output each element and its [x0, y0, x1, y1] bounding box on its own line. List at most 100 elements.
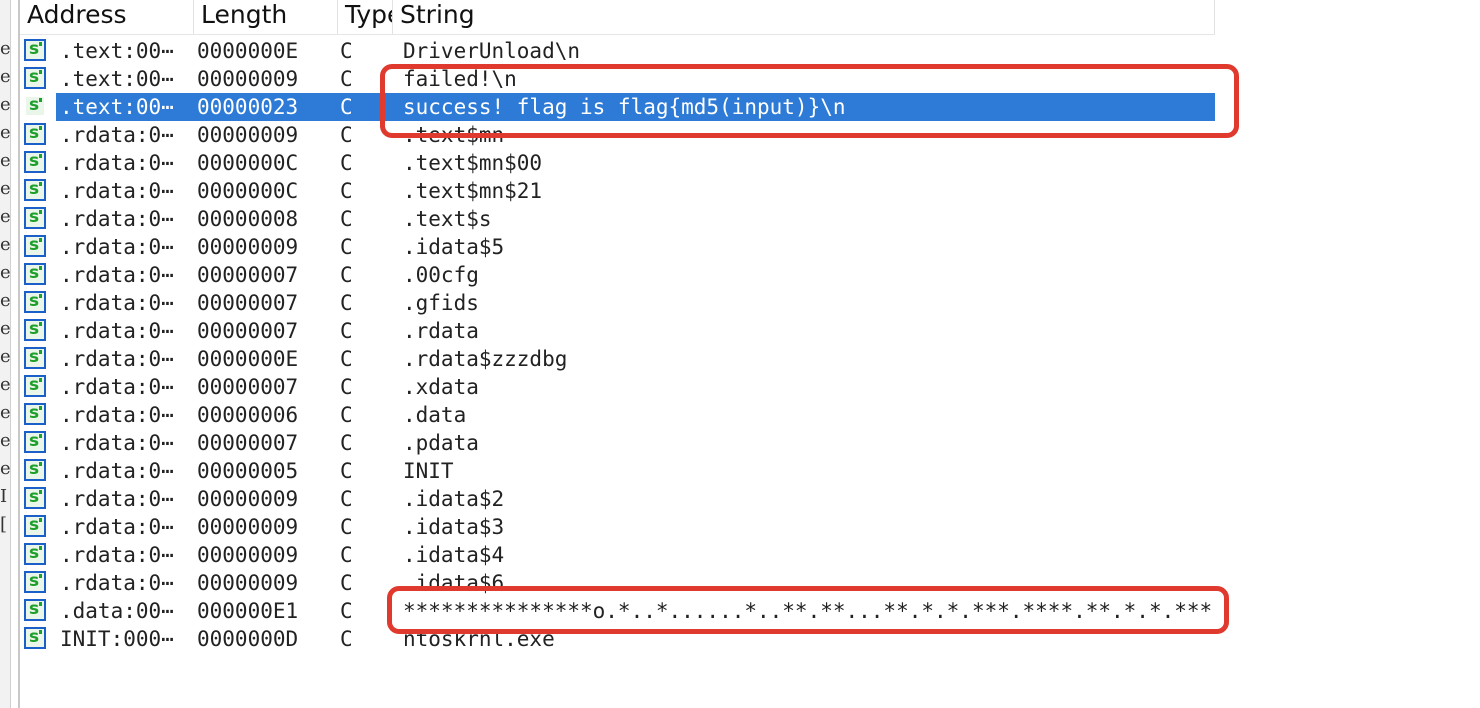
string-s-icon: s	[24, 571, 46, 593]
address-cell: .rdata:0⋯	[60, 431, 174, 455]
address-cell: .text:00⋯	[60, 67, 174, 91]
string-cell: .gfids	[403, 291, 479, 315]
length-cell: 0000000C	[197, 179, 299, 203]
type-cell: C	[340, 459, 353, 483]
length-cell: 00000007	[197, 263, 299, 287]
table-row[interactable]: s .rdata:0⋯ 00000008 C .text$s	[20, 205, 1215, 233]
left-pane-glyph: e	[0, 124, 10, 142]
string-s-icon: s	[24, 291, 46, 313]
address-cell: .rdata:0⋯	[60, 235, 174, 259]
type-cell: C	[340, 571, 353, 595]
length-cell: 00000009	[197, 515, 299, 539]
table-row[interactable]: s .rdata:0⋯ 00000007 C .xdata	[20, 373, 1215, 401]
address-cell: .rdata:0⋯	[60, 319, 174, 343]
address-cell: .data:00⋯	[60, 599, 174, 623]
left-pane-glyph: e	[0, 40, 10, 58]
string-s-icon: s	[24, 487, 46, 509]
string-cell: .idata$5	[403, 235, 505, 259]
table-row[interactable]: s .rdata:0⋯ 00000009 C .idata$3	[20, 513, 1215, 541]
string-cell: .idata$4	[403, 543, 505, 567]
address-cell: .rdata:0⋯	[60, 291, 174, 315]
type-cell: C	[340, 151, 353, 175]
table-row[interactable]: s .rdata:0⋯ 00000007 C .gfids	[20, 289, 1215, 317]
length-cell: 00000023	[197, 95, 299, 119]
column-string-header[interactable]: String	[393, 0, 1215, 34]
left-pane-glyph: e	[0, 180, 10, 198]
address-cell: .rdata:0⋯	[60, 179, 174, 203]
type-cell: C	[340, 403, 353, 427]
type-cell: C	[340, 627, 353, 651]
string-s-icon: s	[24, 375, 46, 397]
left-pane-glyph: [	[0, 516, 8, 534]
column-type-header[interactable]: Type	[338, 0, 393, 34]
table-row[interactable]: s .rdata:0⋯ 00000005 C INIT	[20, 457, 1215, 485]
string-s-icon: s	[24, 599, 46, 621]
string-s-icon: s	[24, 403, 46, 425]
length-cell: 0000000E	[197, 347, 299, 371]
string-s-icon: s	[24, 235, 46, 257]
length-cell: 00000007	[197, 431, 299, 455]
left-pane-glyph: e	[0, 236, 10, 254]
type-cell: C	[340, 487, 353, 511]
table-row[interactable]: s .rdata:0⋯ 0000000C C .text$mn$00	[20, 149, 1215, 177]
string-s-icon: s	[24, 151, 46, 173]
table-row[interactable]: s .rdata:0⋯ 00000009 C .idata$2	[20, 485, 1215, 513]
left-pane-glyph: e	[0, 152, 10, 170]
left-pane-glyph: e	[0, 376, 10, 394]
table-row[interactable]: s .rdata:0⋯ 00000007 C .pdata	[20, 429, 1215, 457]
string-s-icon: s	[24, 347, 46, 369]
type-cell: C	[340, 235, 353, 259]
table-row[interactable]: s .rdata:0⋯ 00000006 C .data	[20, 401, 1215, 429]
length-cell: 000000E1	[197, 599, 299, 623]
table-row[interactable]: s .text:00⋯ 0000000E C DriverUnload\n	[20, 37, 1215, 65]
address-cell: .rdata:0⋯	[60, 151, 174, 175]
type-cell: C	[340, 291, 353, 315]
annotation-box-success-string	[380, 64, 1239, 138]
string-cell: .data	[403, 403, 467, 427]
string-cell: DriverUnload\n	[403, 39, 581, 63]
string-cell: INIT	[403, 459, 454, 483]
string-s-icon: s	[24, 95, 46, 117]
length-cell: 00000007	[197, 291, 299, 315]
type-cell: C	[340, 179, 353, 203]
string-cell: .text$mn$00	[403, 151, 543, 175]
table-row[interactable]: s .rdata:0⋯ 00000009 C .idata$4	[20, 541, 1215, 569]
length-cell: 00000007	[197, 319, 299, 343]
length-cell: 00000009	[197, 571, 299, 595]
length-cell: 0000000E	[197, 39, 299, 63]
table-row[interactable]: s .rdata:0⋯ 0000000E C .rdata$zzzdbg	[20, 345, 1215, 373]
address-cell: .rdata:0⋯	[60, 459, 174, 483]
address-cell: .rdata:0⋯	[60, 375, 174, 399]
address-cell: .rdata:0⋯	[60, 207, 174, 231]
table-row[interactable]: s .rdata:0⋯ 00000007 C .rdata	[20, 317, 1215, 345]
length-cell: 00000009	[197, 487, 299, 511]
left-pane-glyph: I	[0, 488, 8, 506]
string-cell: .rdata$zzzdbg	[403, 347, 568, 371]
length-cell: 00000009	[197, 123, 299, 147]
address-cell: .rdata:0⋯	[60, 403, 174, 427]
annotation-box-data-string	[387, 586, 1229, 634]
table-row[interactable]: s .rdata:0⋯ 00000007 C .00cfg	[20, 261, 1215, 289]
table-row[interactable]: s .rdata:0⋯ 0000000C C .text$mn$21	[20, 177, 1215, 205]
length-cell: 00000007	[197, 375, 299, 399]
length-cell: 00000009	[197, 543, 299, 567]
string-s-icon: s	[24, 515, 46, 537]
type-cell: C	[340, 347, 353, 371]
type-cell: C	[340, 67, 353, 91]
type-cell: C	[340, 207, 353, 231]
column-length-header[interactable]: Length	[194, 0, 338, 34]
address-cell: .rdata:0⋯	[60, 571, 174, 595]
type-cell: C	[340, 263, 353, 287]
string-s-icon: s	[24, 319, 46, 341]
length-cell: 00000009	[197, 67, 299, 91]
left-pane-glyph: e	[0, 348, 10, 366]
length-cell: 00000008	[197, 207, 299, 231]
string-cell: .xdata	[403, 375, 479, 399]
length-cell: 0000000D	[197, 627, 299, 651]
type-cell: C	[340, 123, 353, 147]
column-address-header[interactable]: Address	[20, 0, 194, 34]
left-pane-glyph: e	[0, 320, 10, 338]
table-row[interactable]: s .rdata:0⋯ 00000009 C .idata$5	[20, 233, 1215, 261]
type-cell: C	[340, 599, 353, 623]
type-cell: C	[340, 543, 353, 567]
